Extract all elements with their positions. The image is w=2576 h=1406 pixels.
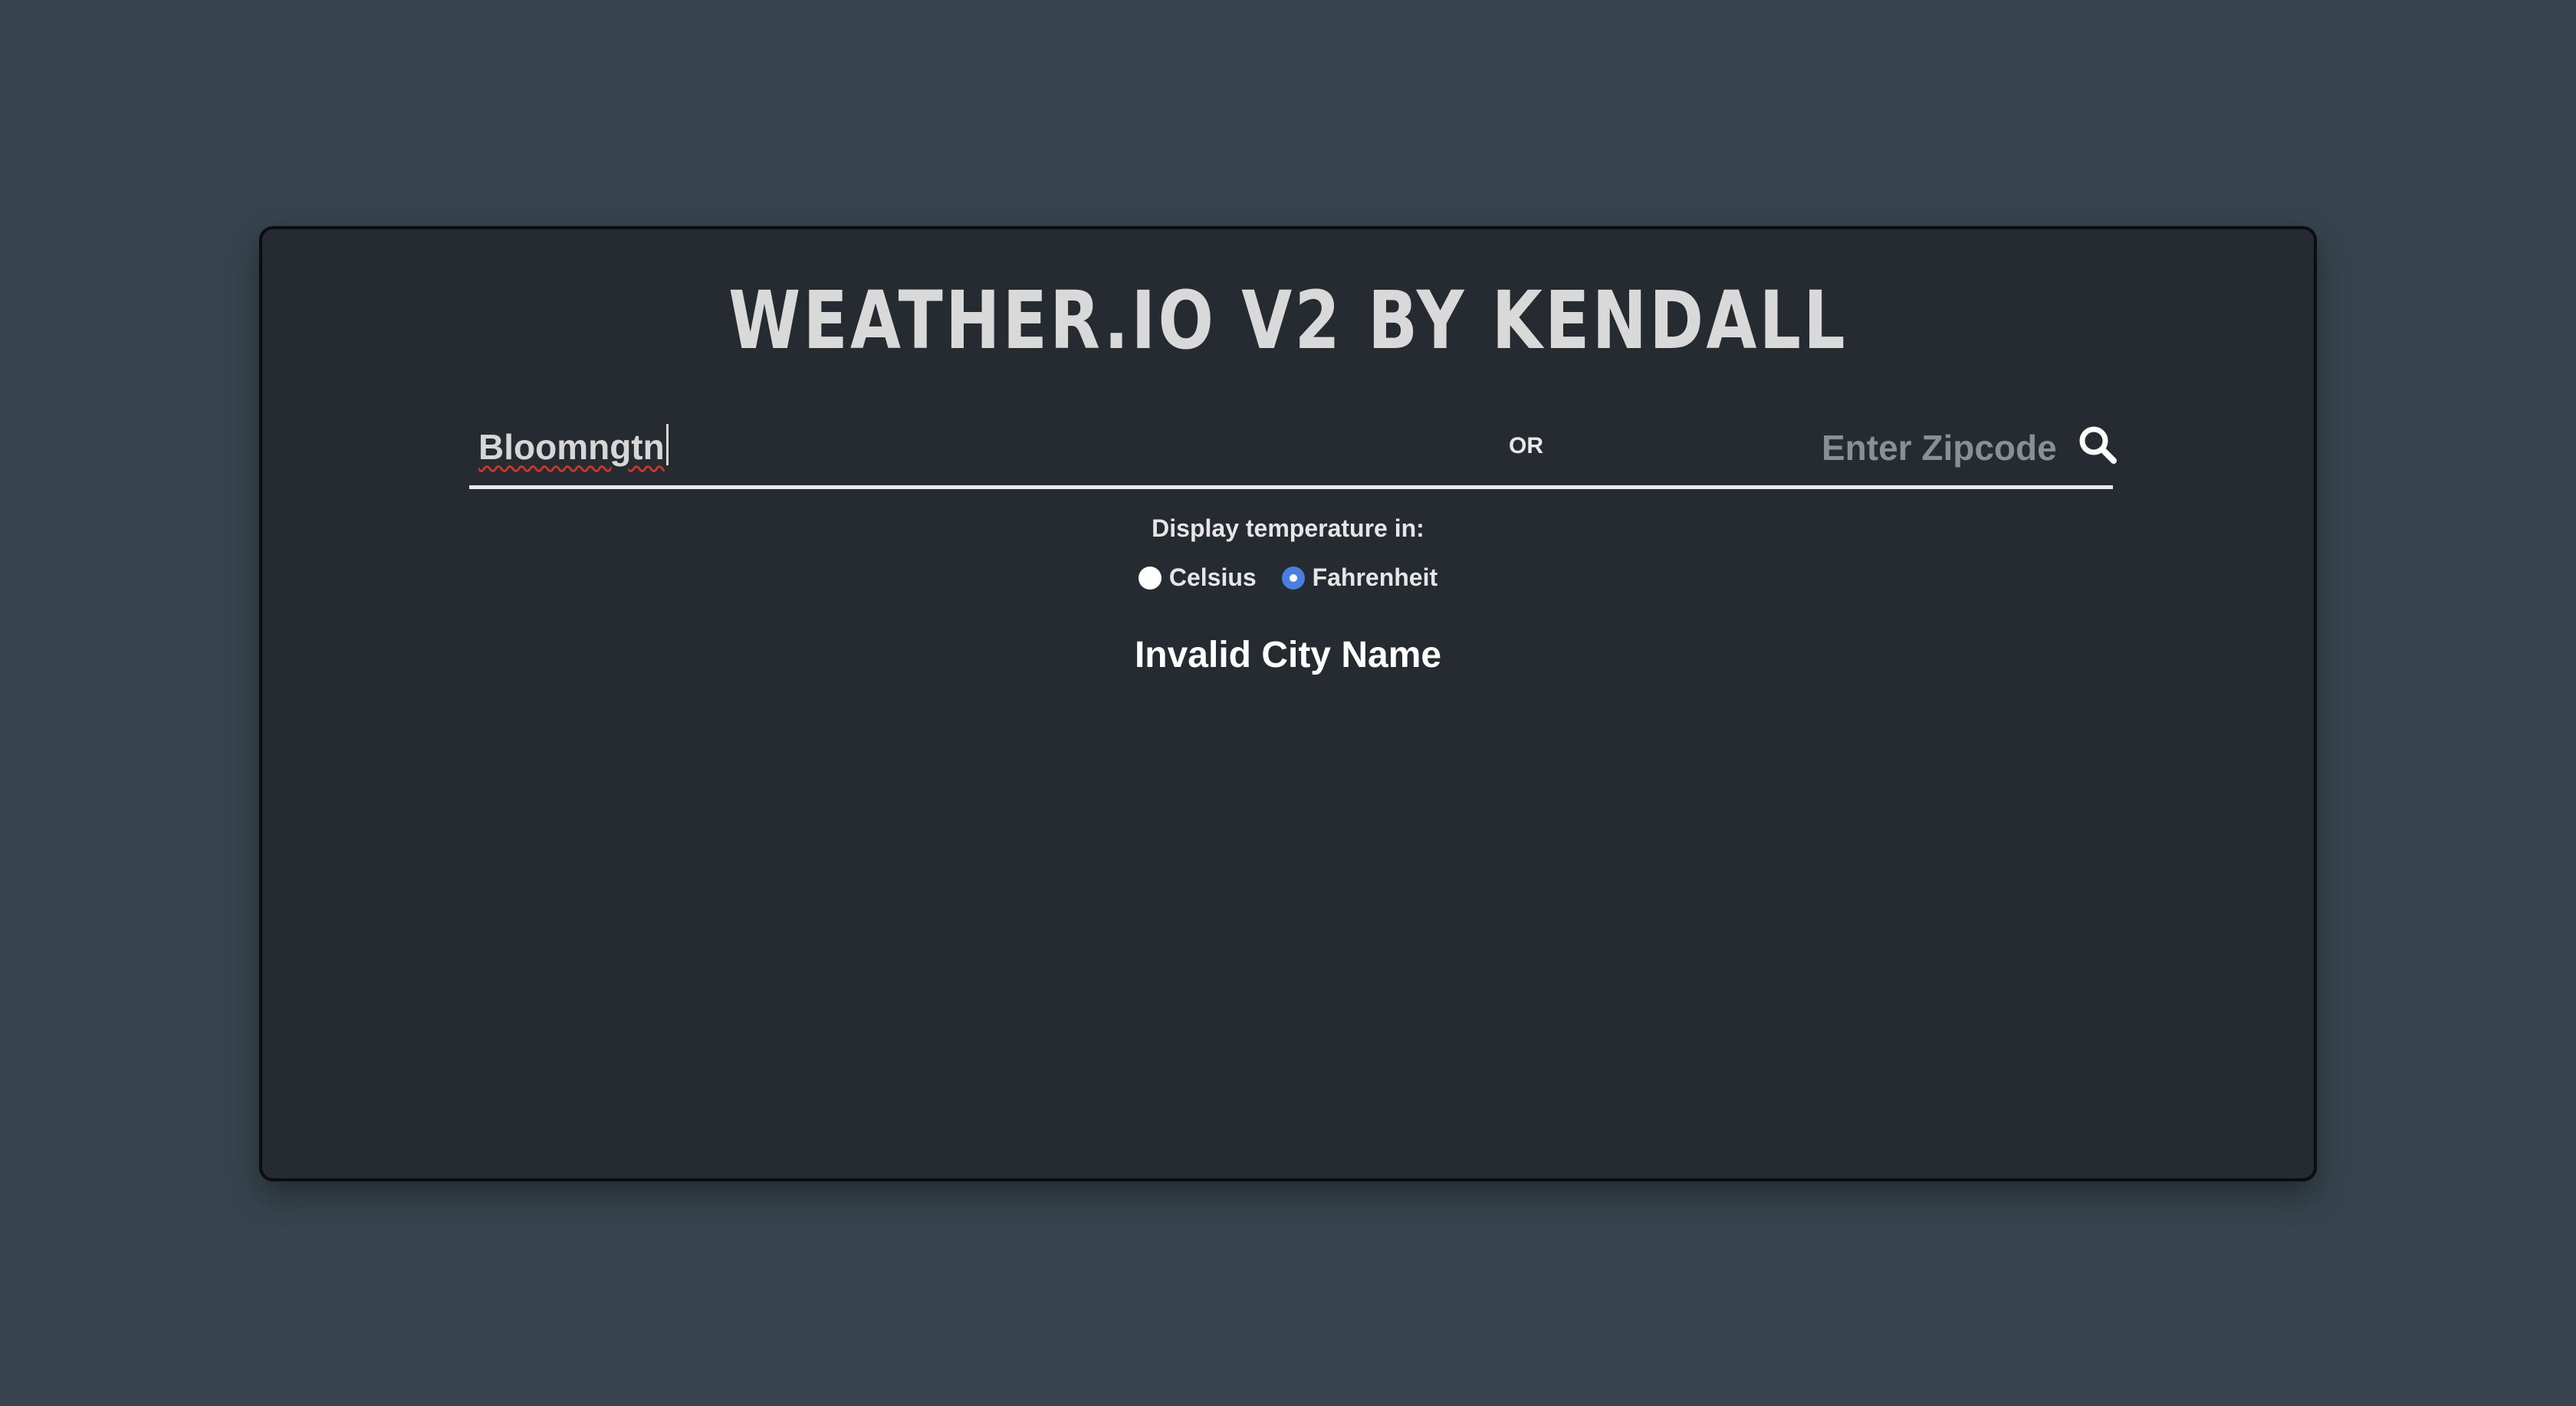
fahrenheit-radio-dot[interactable] bbox=[1281, 566, 1305, 590]
status-message: Invalid City Name bbox=[1134, 635, 1442, 675]
app-title: WEATHER.IO V2 BY KENDALL bbox=[728, 274, 1848, 367]
search-icon bbox=[2079, 426, 2117, 464]
unit-radio-group: Celsius Fahrenheit bbox=[262, 563, 2314, 596]
zipcode-input[interactable] bbox=[1820, 418, 2252, 478]
celsius-label: Celsius bbox=[1168, 563, 1257, 591]
celsius-radio[interactable]: Celsius bbox=[1138, 563, 1257, 592]
page: WEATHER.IO V2 BY KENDALL Bloomngtn OR Di… bbox=[0, 0, 2576, 1406]
city-input[interactable]: Bloomngtn bbox=[478, 424, 669, 468]
fahrenheit-radio[interactable]: Fahrenheit bbox=[1281, 563, 1438, 592]
text-caret bbox=[665, 424, 669, 465]
search-bar: Bloomngtn OR bbox=[469, 407, 2252, 489]
search-button[interactable] bbox=[2073, 421, 2122, 470]
city-input-value: Bloomngtn bbox=[478, 427, 665, 467]
or-label: OR bbox=[1509, 433, 1543, 458]
celsius-radio-dot[interactable] bbox=[1138, 566, 1162, 590]
unit-label: Display temperature in: bbox=[1152, 514, 1424, 542]
fahrenheit-label: Fahrenheit bbox=[1312, 563, 1438, 591]
weather-card: WEATHER.IO V2 BY KENDALL Bloomngtn OR Di… bbox=[259, 226, 2317, 1181]
